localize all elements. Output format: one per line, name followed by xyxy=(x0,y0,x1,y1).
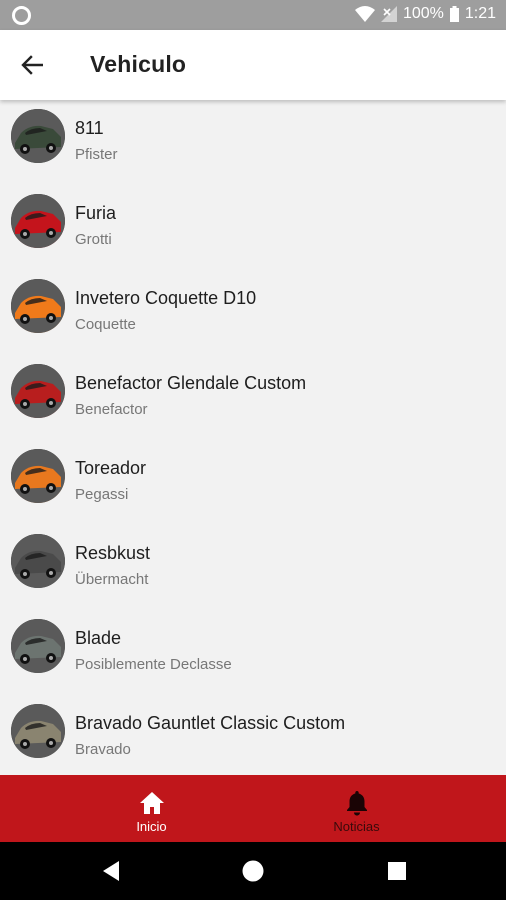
vehicle-maker: Pegassi xyxy=(75,486,129,503)
vehicle-avatar xyxy=(11,109,65,163)
vehicle-maker: Grotti xyxy=(75,231,112,248)
list-item[interactable]: Furia Grotti xyxy=(0,185,506,270)
vehicle-maker: Bravado xyxy=(75,741,131,758)
wifi-icon xyxy=(354,6,375,22)
car-icon xyxy=(11,279,65,333)
list-item[interactable]: Benefactor Glendale Custom Benefactor xyxy=(0,355,506,440)
bottom-navigation: Inicio Noticias xyxy=(0,775,506,842)
back-triangle-icon[interactable] xyxy=(99,859,123,883)
vehicle-avatar xyxy=(11,704,65,758)
vehicle-name: Toreador xyxy=(75,458,147,478)
vehicle-name: Furia xyxy=(75,203,117,223)
clock: 1:21 xyxy=(464,5,496,22)
vehicle-name: Benefactor Glendale Custom xyxy=(75,373,307,393)
car-icon xyxy=(11,449,65,503)
list-item[interactable]: Toreador Pegassi xyxy=(0,440,506,525)
vehicle-maker: Pfister xyxy=(75,146,118,163)
list-item[interactable]: Blade Posiblemente Declasse xyxy=(0,610,506,695)
car-icon xyxy=(11,109,65,163)
bell-icon xyxy=(346,791,367,816)
vehicle-list: 811 Pfister Furia Grotti Invetero Coquette D… xyxy=(0,100,506,775)
back-button[interactable] xyxy=(14,47,50,83)
app-bar: Vehiculo xyxy=(0,30,506,100)
vehicle-name: Blade xyxy=(75,628,122,648)
list-item[interactable]: 811 Pfister xyxy=(0,100,506,185)
home-icon xyxy=(139,792,164,814)
car-icon xyxy=(11,619,65,673)
tab-noticias[interactable]: Noticias xyxy=(230,775,483,842)
recents-square-icon[interactable] xyxy=(385,859,409,883)
home-circle-icon[interactable] xyxy=(241,859,265,883)
tab-label: Noticias xyxy=(333,819,380,834)
vehicle-maker: Coquette xyxy=(75,316,136,333)
vehicle-name: 811 xyxy=(75,118,104,138)
car-icon xyxy=(11,364,65,418)
vehicle-name: Resbkust xyxy=(75,543,151,563)
car-icon xyxy=(11,194,65,248)
vehicle-name: Invetero Coquette D10 xyxy=(75,288,257,308)
vehicle-avatar xyxy=(11,619,65,673)
vehicle-maker: Benefactor xyxy=(75,401,148,418)
status-bar: 100% 1:21 xyxy=(0,0,506,30)
list-item[interactable]: Invetero Coquette D10 Coquette xyxy=(0,270,506,355)
vehicle-maker: Posiblemente Declasse xyxy=(75,656,232,673)
vehicle-avatar xyxy=(11,364,65,418)
vehicle-avatar xyxy=(11,279,65,333)
list-item[interactable]: Resbkust Übermacht xyxy=(0,525,506,610)
system-navigation-bar xyxy=(0,842,506,900)
vehicle-maker: Übermacht xyxy=(75,571,149,588)
vehicle-avatar xyxy=(11,449,65,503)
battery-level: 100% xyxy=(402,5,444,22)
signal-icon xyxy=(380,6,397,22)
page-title: Vehiculo xyxy=(90,51,187,77)
vehicle-name: Bravado Gauntlet Classic Custom xyxy=(75,713,346,733)
car-icon xyxy=(11,534,65,588)
car-icon xyxy=(11,704,65,758)
vehicle-avatar xyxy=(11,194,65,248)
battery-icon xyxy=(449,6,459,22)
arrow-back-icon xyxy=(21,55,43,75)
list-item[interactable]: Bravado Gauntlet Classic Custom Bravado xyxy=(0,695,506,775)
vehicle-avatar xyxy=(11,534,65,588)
notification-icon xyxy=(12,6,31,25)
